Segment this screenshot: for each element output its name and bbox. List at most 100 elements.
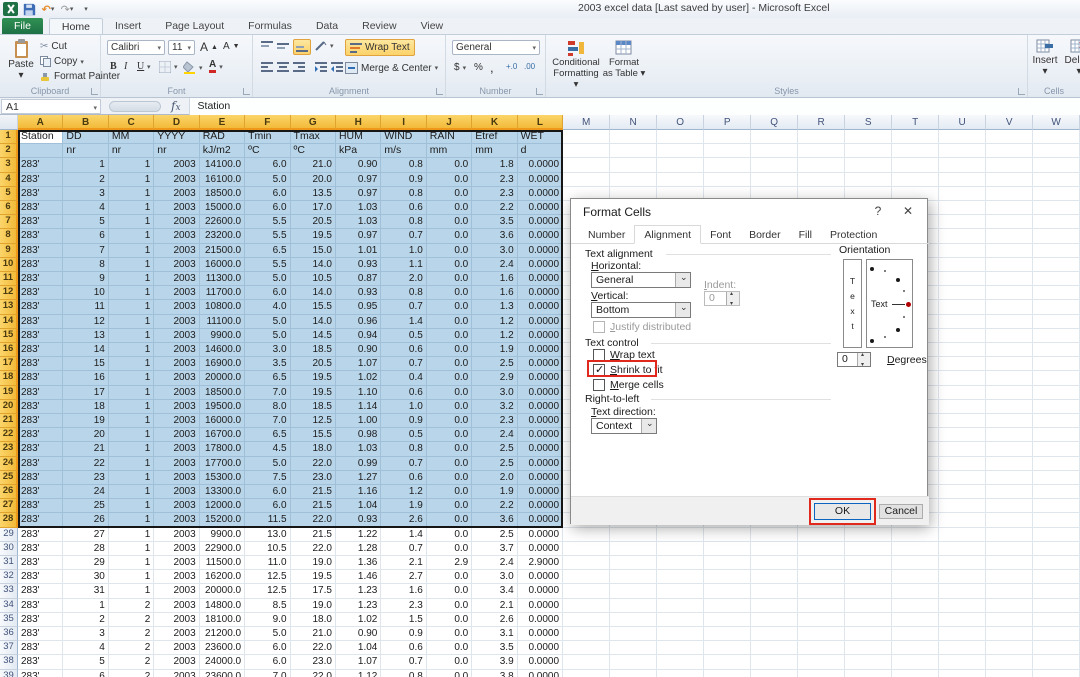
cell-W25[interactable] bbox=[1033, 471, 1080, 485]
cell-J9[interactable]: 0.0 bbox=[427, 244, 472, 258]
cell-Q32[interactable] bbox=[751, 570, 798, 584]
cell-J10[interactable]: 0.0 bbox=[427, 258, 472, 272]
cell-W30[interactable] bbox=[1033, 542, 1080, 556]
cell-V13[interactable] bbox=[986, 300, 1033, 314]
cell-L19[interactable]: 0.0000 bbox=[518, 386, 563, 400]
align-middle-button[interactable] bbox=[277, 41, 289, 51]
cell-L36[interactable]: 0.0000 bbox=[518, 627, 563, 641]
cell-I32[interactable]: 2.7 bbox=[381, 570, 426, 584]
row-header-25[interactable]: 25 bbox=[0, 471, 18, 485]
cell-Q4[interactable] bbox=[751, 173, 798, 187]
cell-L16[interactable]: 0.0000 bbox=[518, 343, 563, 357]
cell-J28[interactable]: 0.0 bbox=[427, 513, 472, 527]
cell-L1[interactable]: WET bbox=[518, 130, 563, 144]
cell-L7[interactable]: 0.0000 bbox=[518, 215, 563, 229]
cell-B17[interactable]: 15 bbox=[63, 357, 108, 371]
cell-O1[interactable] bbox=[657, 130, 704, 144]
row-header-5[interactable]: 5 bbox=[0, 187, 18, 201]
italic-button[interactable]: I bbox=[124, 61, 127, 72]
cell-J4[interactable]: 0.0 bbox=[427, 173, 472, 187]
cell-L13[interactable]: 0.0000 bbox=[518, 300, 563, 314]
cell-W39[interactable] bbox=[1033, 670, 1080, 677]
cell-L34[interactable]: 0.0000 bbox=[518, 599, 563, 613]
cell-K2[interactable]: mm bbox=[472, 144, 517, 158]
cell-C28[interactable]: 1 bbox=[109, 513, 154, 527]
wrap-text-checkbox[interactable]: Wrap text bbox=[593, 349, 655, 361]
cell-U7[interactable] bbox=[939, 215, 986, 229]
cell-O39[interactable] bbox=[657, 670, 704, 677]
cell-F34[interactable]: 8.5 bbox=[245, 599, 290, 613]
merge-cells-checkbox[interactable]: Merge cells bbox=[593, 379, 664, 391]
cell-K37[interactable]: 3.5 bbox=[472, 641, 517, 655]
cell-V24[interactable] bbox=[986, 457, 1033, 471]
cell-L37[interactable]: 0.0000 bbox=[518, 641, 563, 655]
cell-U2[interactable] bbox=[939, 144, 986, 158]
cell-L24[interactable]: 0.0000 bbox=[518, 457, 563, 471]
cell-F13[interactable]: 4.0 bbox=[245, 300, 290, 314]
dialog-tab-protection[interactable]: Protection bbox=[821, 226, 886, 245]
cell-B36[interactable]: 3 bbox=[63, 627, 108, 641]
cell-T32[interactable] bbox=[892, 570, 939, 584]
cell-B18[interactable]: 16 bbox=[63, 371, 108, 385]
cell-H22[interactable]: 0.98 bbox=[336, 428, 381, 442]
cell-G9[interactable]: 15.0 bbox=[291, 244, 336, 258]
cell-E7[interactable]: 22600.0 bbox=[200, 215, 245, 229]
cell-W9[interactable] bbox=[1033, 244, 1080, 258]
cell-W26[interactable] bbox=[1033, 485, 1080, 499]
cell-G33[interactable]: 17.5 bbox=[291, 584, 336, 598]
cell-T4[interactable] bbox=[892, 173, 939, 187]
cell-G1[interactable]: Tmax bbox=[291, 130, 336, 144]
cell-C18[interactable]: 1 bbox=[109, 371, 154, 385]
cell-L14[interactable]: 0.0000 bbox=[518, 315, 563, 329]
cell-K36[interactable]: 3.1 bbox=[472, 627, 517, 641]
cell-E9[interactable]: 21500.0 bbox=[200, 244, 245, 258]
cell-A36[interactable]: 283' bbox=[18, 627, 63, 641]
cell-O37[interactable] bbox=[657, 641, 704, 655]
cell-V35[interactable] bbox=[986, 613, 1033, 627]
cell-P39[interactable] bbox=[704, 670, 751, 677]
cell-I23[interactable]: 0.8 bbox=[381, 442, 426, 456]
cell-N3[interactable] bbox=[610, 158, 657, 172]
cell-N4[interactable] bbox=[610, 173, 657, 187]
cell-D1[interactable]: YYYY bbox=[154, 130, 199, 144]
cell-C12[interactable]: 1 bbox=[109, 286, 154, 300]
indent-spinner[interactable]: 0 bbox=[704, 291, 740, 306]
cell-S34[interactable] bbox=[845, 599, 892, 613]
decrease-indent-button[interactable] bbox=[315, 62, 327, 72]
cell-D23[interactable]: 2003 bbox=[154, 442, 199, 456]
orientation-vertical-box[interactable]: Text bbox=[843, 259, 862, 348]
cell-J29[interactable]: 0.0 bbox=[427, 528, 472, 542]
cell-J27[interactable]: 0.0 bbox=[427, 499, 472, 513]
cell-D26[interactable]: 2003 bbox=[154, 485, 199, 499]
cell-G2[interactable]: ºC bbox=[291, 144, 336, 158]
increase-decimal-button[interactable]: +.0 bbox=[506, 62, 517, 71]
cell-Q34[interactable] bbox=[751, 599, 798, 613]
cell-D15[interactable]: 2003 bbox=[154, 329, 199, 343]
cell-O32[interactable] bbox=[657, 570, 704, 584]
cell-M34[interactable] bbox=[563, 599, 610, 613]
cell-C4[interactable]: 1 bbox=[109, 173, 154, 187]
cell-G16[interactable]: 18.5 bbox=[291, 343, 336, 357]
cell-E14[interactable]: 11100.0 bbox=[200, 315, 245, 329]
column-header-S[interactable]: S bbox=[845, 115, 892, 130]
cell-V21[interactable] bbox=[986, 414, 1033, 428]
cell-P31[interactable] bbox=[704, 556, 751, 570]
cell-O31[interactable] bbox=[657, 556, 704, 570]
cell-C13[interactable]: 1 bbox=[109, 300, 154, 314]
cell-V2[interactable] bbox=[986, 144, 1033, 158]
align-top-button[interactable] bbox=[261, 41, 273, 51]
cell-K26[interactable]: 1.9 bbox=[472, 485, 517, 499]
cell-N33[interactable] bbox=[610, 584, 657, 598]
shrink-to-fit-checkbox[interactable]: Shrink to fit bbox=[593, 364, 663, 376]
cell-H24[interactable]: 0.99 bbox=[336, 457, 381, 471]
cell-I37[interactable]: 0.6 bbox=[381, 641, 426, 655]
cell-W18[interactable] bbox=[1033, 371, 1080, 385]
cell-A19[interactable]: 283' bbox=[18, 386, 63, 400]
cell-B21[interactable]: 19 bbox=[63, 414, 108, 428]
cell-T3[interactable] bbox=[892, 158, 939, 172]
column-header-I[interactable]: I bbox=[381, 115, 426, 130]
conditional-formatting-button[interactable]: ConditionalFormatting ▾ bbox=[552, 39, 600, 90]
cell-C27[interactable]: 1 bbox=[109, 499, 154, 513]
cell-G4[interactable]: 20.0 bbox=[291, 173, 336, 187]
cell-U23[interactable] bbox=[939, 442, 986, 456]
